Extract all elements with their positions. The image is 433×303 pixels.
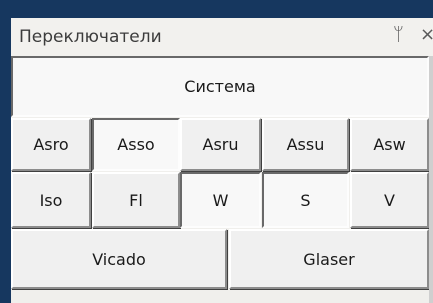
asso-button-label: Asso <box>117 135 155 154</box>
asso-button[interactable]: Asso <box>92 118 180 171</box>
asru-button-label: Asru <box>202 135 239 154</box>
iso-button-label: Iso <box>39 190 63 210</box>
iso-button[interactable]: Iso <box>11 172 91 228</box>
panel-title: Переключатели <box>19 27 162 47</box>
glaser-button-label: Glaser <box>303 249 355 269</box>
s-button[interactable]: S <box>262 172 349 228</box>
assu-button[interactable]: Assu <box>262 118 349 171</box>
v-button[interactable]: V <box>350 172 429 228</box>
s-button-label: S <box>300 190 311 210</box>
system-button-label: Система <box>184 77 256 96</box>
panel-right-edge <box>429 56 433 303</box>
assu-button-label: Assu <box>286 135 325 154</box>
w-button-label: W <box>212 190 229 210</box>
vicado-button-label: Vicado <box>92 249 146 269</box>
glaser-button[interactable]: Glaser <box>229 229 429 289</box>
switches-panel: Переключатели ᛘ × Система Asro Asso Asru… <box>11 18 433 303</box>
close-icon[interactable]: × <box>420 24 433 46</box>
w-button[interactable]: W <box>180 172 261 228</box>
v-button-label: V <box>384 190 395 210</box>
panel-titlebar[interactable]: Переключатели ᛘ × <box>11 18 433 56</box>
asru-button[interactable]: Asru <box>180 118 261 171</box>
fl-button-label: Fl <box>129 190 143 210</box>
system-button[interactable]: Система <box>11 56 429 117</box>
vicado-button[interactable]: Vicado <box>11 229 227 289</box>
pin-icon[interactable]: ᛘ <box>393 24 404 46</box>
fl-button[interactable]: Fl <box>92 172 180 228</box>
asw-button-label: Asw <box>373 135 406 154</box>
asro-button[interactable]: Asro <box>11 118 91 171</box>
asw-button[interactable]: Asw <box>350 118 429 171</box>
asro-button-label: Asro <box>33 135 69 154</box>
